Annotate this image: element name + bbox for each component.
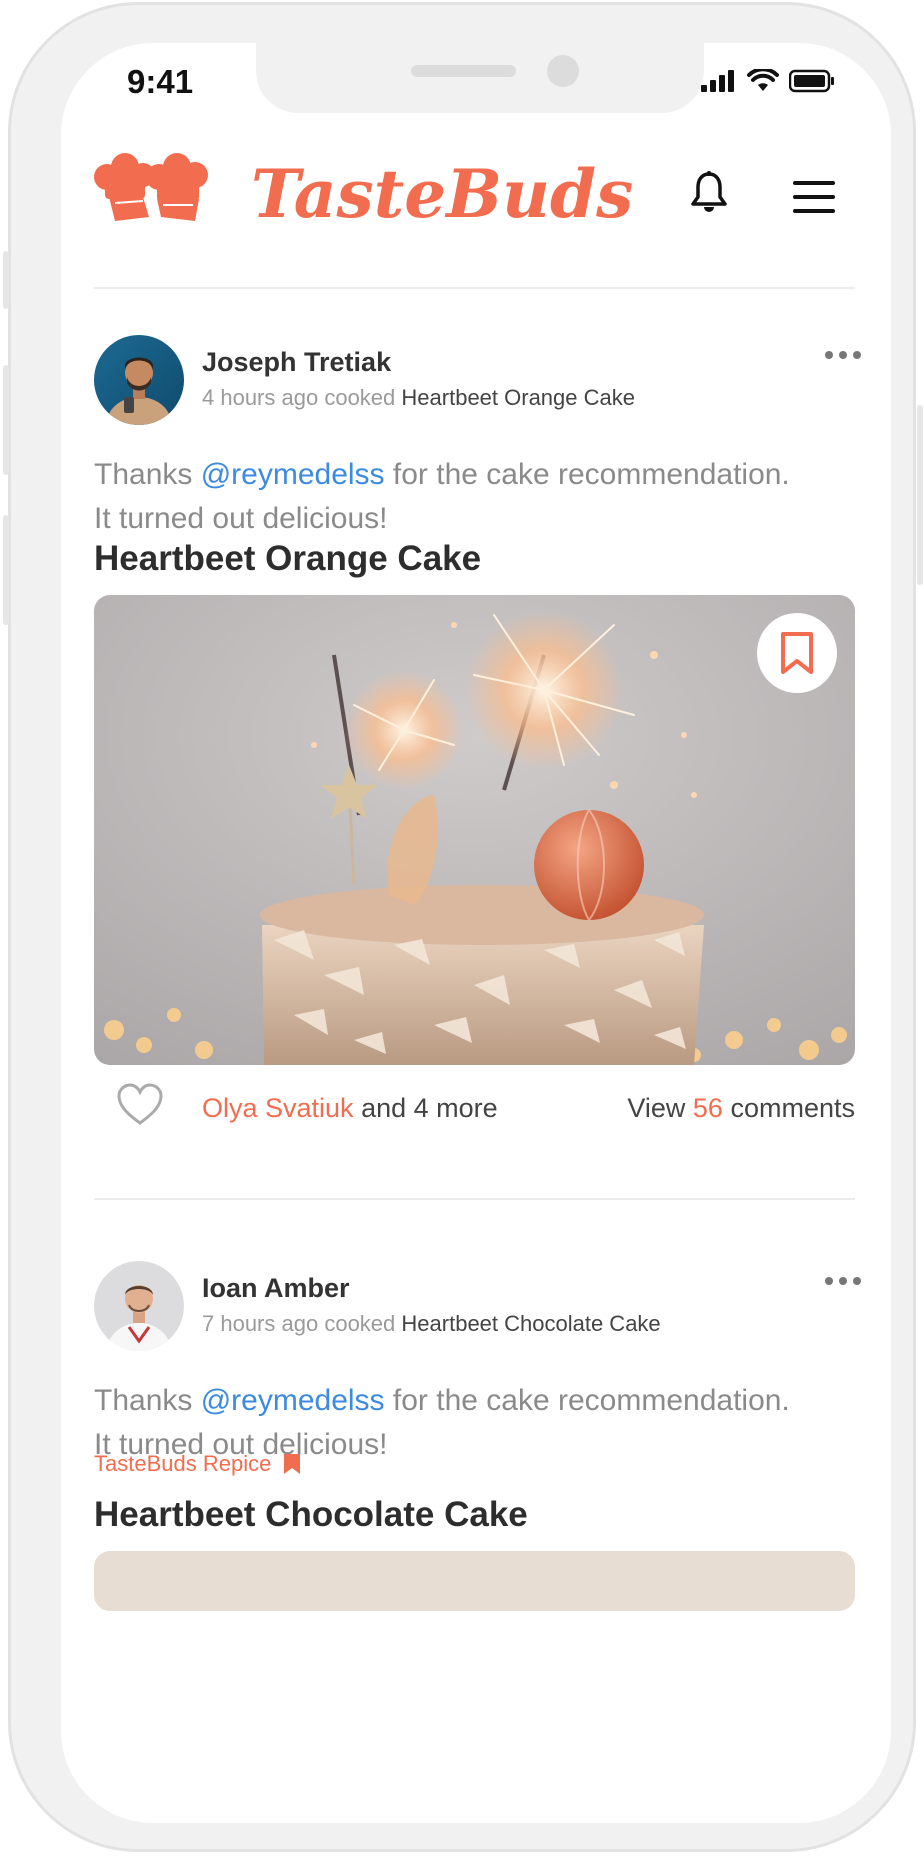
recipe-title[interactable]: Heartbeet Orange Cake	[94, 539, 481, 579]
bell-icon[interactable]	[691, 171, 727, 213]
volume-up-button	[3, 365, 9, 475]
post-text-start: Thanks	[94, 1384, 201, 1417]
post-meta: 4 hours ago cooked Heartbeet Orange Cake	[202, 385, 635, 411]
mention-link[interactable]: @reymedelss	[201, 1384, 385, 1417]
recipe-photo[interactable]	[94, 1551, 855, 1611]
liker-name[interactable]: Olya Svatiuk	[202, 1093, 354, 1123]
author-name[interactable]: Ioan Amber	[202, 1273, 350, 1304]
app-header: TasteBuds	[61, 43, 891, 293]
time-ago: 7 hours ago	[202, 1311, 319, 1336]
dish-link[interactable]: Heartbeet Orange Cake	[401, 385, 635, 410]
volume-down-button	[3, 515, 9, 625]
liked-by-text[interactable]: Olya Svatiuk and 4 more	[202, 1093, 498, 1124]
avatar[interactable]	[94, 335, 184, 425]
mention-link[interactable]: @reymedelss	[201, 458, 385, 491]
hamburger-menu-icon[interactable]	[793, 181, 835, 213]
view-comments-link[interactable]: View 56 comments	[627, 1093, 855, 1124]
action-text: cooked	[324, 1311, 396, 1336]
chef-hat-logo-icon	[94, 153, 208, 221]
feed-post: Joseph Tretiak 4 hours ago cooked Heartb…	[94, 335, 861, 1135]
save-recipe-button[interactable]	[757, 613, 837, 693]
post-actions: Olya Svatiuk and 4 more View 56 comments	[94, 1083, 855, 1133]
heart-icon[interactable]	[116, 1083, 164, 1127]
author-name[interactable]: Joseph Tretiak	[202, 347, 391, 378]
dish-link[interactable]: Heartbeet Chocolate Cake	[401, 1311, 660, 1336]
avatar-image	[94, 1261, 184, 1351]
comments-suffix: comments	[730, 1093, 855, 1123]
recipe-tag[interactable]: TasteBuds Repice	[94, 1451, 301, 1477]
cake-image	[94, 595, 855, 1065]
action-text: cooked	[324, 385, 396, 410]
time-ago: 4 hours ago	[202, 385, 319, 410]
mute-switch	[3, 251, 9, 309]
header-divider	[94, 287, 855, 289]
post-meta: 7 hours ago cooked Heartbeet Chocolate C…	[202, 1311, 661, 1337]
recipe-title[interactable]: Heartbeet Chocolate Cake	[94, 1495, 528, 1535]
avatar[interactable]	[94, 1261, 184, 1351]
more-options-icon[interactable]	[825, 1277, 861, 1285]
power-button	[917, 405, 923, 585]
more-options-icon[interactable]	[825, 351, 861, 359]
recipe-tag-label: TasteBuds Repice	[94, 1451, 272, 1476]
post-text-start: Thanks	[94, 458, 201, 491]
comments-prefix: View	[627, 1093, 686, 1123]
bookmark-icon	[781, 632, 813, 674]
feed-post: Ioan Amber 7 hours ago cooked Heartbeet …	[94, 1261, 861, 1823]
phone-frame: 9:41 TasteBuds Joseph Tretiak 4 hours ag…	[3, 2, 923, 1852]
post-text: Thanks @reymedelss for the cake recommen…	[94, 453, 794, 541]
app-logo-text[interactable]: TasteBuds	[251, 155, 633, 233]
post-divider	[94, 1198, 855, 1200]
likes-more: and 4 more	[361, 1093, 498, 1123]
bookmark-filled-icon	[284, 1454, 301, 1474]
avatar-image	[94, 335, 184, 425]
recipe-photo[interactable]	[94, 595, 855, 1065]
screen: 9:41 TasteBuds Joseph Tretiak 4 hours ag…	[61, 43, 891, 1823]
comments-count: 56	[692, 1093, 723, 1123]
